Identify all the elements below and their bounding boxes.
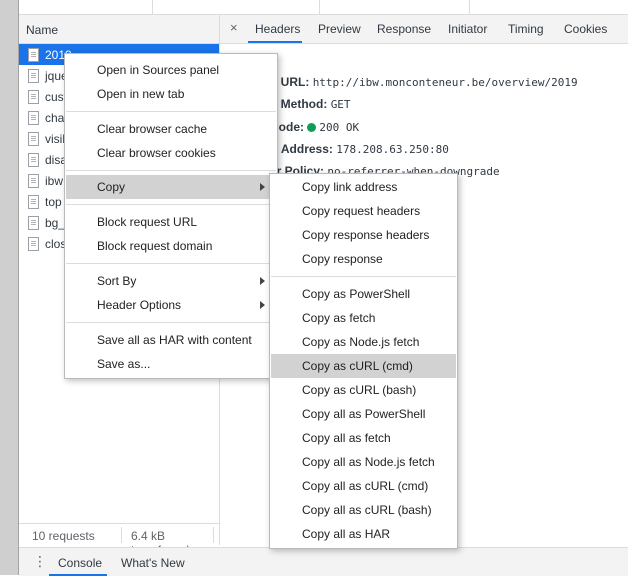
file-icon (28, 153, 39, 167)
request-name: bg_ (45, 216, 66, 230)
menu-item-copy-all-as-nodejs-fetch[interactable]: Copy all as Node.js fetch (302, 450, 435, 474)
status-divider (121, 527, 122, 543)
menu-item-save-as[interactable]: Save as... (97, 352, 150, 376)
image-file-icon (28, 111, 39, 125)
tab-whats-new[interactable]: What's New (121, 556, 185, 570)
context-menu: Open in Sources panel Open in new tab Cl… (64, 53, 278, 379)
field-value: 178.208.63.250:80 (336, 143, 449, 156)
field-value: http://ibw.monconteneur.be/overview/2019 (312, 76, 578, 89)
menu-item-copy-response[interactable]: Copy response (302, 247, 383, 271)
file-icon (28, 237, 39, 251)
document-icon (28, 48, 39, 62)
menu-item-copy-as-powershell[interactable]: Copy as PowerShell (302, 282, 410, 306)
detail-tab-bar: × Headers Preview Response Initiator Tim… (220, 15, 628, 44)
status-bar: 10 requests 6.4 kB transferred (19, 523, 219, 557)
more-options-icon[interactable]: ⋮ (33, 553, 47, 570)
menu-item-copy-all-as-curl-bash[interactable]: Copy all as cURL (bash) (302, 498, 432, 522)
menu-item-copy-as-curl-cmd[interactable]: Copy as cURL (cmd) (271, 354, 456, 378)
copy-submenu: Copy link address Copy request headers C… (269, 173, 458, 549)
menu-separator (66, 263, 276, 264)
menu-item-copy-as-curl-bash[interactable]: Copy as cURL (bash) (302, 378, 416, 402)
menu-item-copy-response-headers[interactable]: Copy response headers (302, 223, 429, 247)
name-column-label: Name (26, 23, 59, 37)
menu-item-sort-by[interactable]: Sort By (66, 269, 276, 293)
tab-cookies[interactable]: Cookies (564, 22, 607, 36)
menu-item-copy-link-address[interactable]: Copy link address (302, 175, 397, 199)
menu-item-header-options[interactable]: Header Options (66, 293, 276, 317)
menu-separator (66, 111, 276, 112)
left-gutter (0, 0, 18, 575)
script-file-icon (28, 90, 39, 104)
menu-item-block-url[interactable]: Block request URL (97, 210, 197, 234)
tab-response[interactable]: Response (377, 22, 431, 36)
menu-item-clear-cache[interactable]: Clear browser cache (97, 117, 207, 141)
menu-item-label: Sort By (97, 274, 137, 288)
waterfall-overview-strip (19, 0, 628, 15)
menu-separator (66, 322, 276, 323)
menu-item-copy-all-as-har[interactable]: Copy all as HAR (302, 522, 390, 546)
request-count: 10 requests (32, 529, 95, 543)
menu-item-label: Header Options (97, 298, 182, 312)
menu-item-open-in-new-tab[interactable]: Open in new tab (97, 82, 184, 106)
menu-item-clear-cookies[interactable]: Clear browser cookies (97, 141, 216, 165)
menu-item-copy[interactable]: Copy (66, 175, 276, 199)
close-icon[interactable]: × (230, 20, 238, 35)
name-column-header[interactable]: Name (19, 15, 219, 44)
request-url-row: est URL: http://ibw.monconteneur.be/over… (260, 75, 578, 89)
file-icon (28, 174, 39, 188)
tab-preview[interactable]: Preview (318, 22, 361, 36)
script-file-icon (28, 69, 39, 83)
submenu-arrow-icon (260, 277, 265, 285)
menu-separator (271, 276, 456, 277)
request-name: top (45, 195, 62, 209)
status-divider (213, 527, 214, 543)
submenu-arrow-icon (260, 301, 265, 309)
menu-item-copy-as-nodejs-fetch[interactable]: Copy as Node.js fetch (302, 330, 419, 354)
tab-initiator[interactable]: Initiator (448, 22, 487, 36)
menu-item-block-domain[interactable]: Block request domain (97, 234, 212, 258)
file-icon (28, 216, 39, 230)
drawer-tab-bar: ⋮ Console What's New (19, 547, 628, 576)
script-file-icon (28, 132, 39, 146)
menu-item-open-in-sources[interactable]: Open in Sources panel (97, 58, 219, 82)
menu-item-copy-all-as-curl-cmd[interactable]: Copy all as cURL (cmd) (302, 474, 428, 498)
menu-item-copy-all-as-fetch[interactable]: Copy all as fetch (302, 426, 391, 450)
remote-address-row: ote Address: 178.208.63.250:80 (260, 142, 449, 156)
menu-item-save-har[interactable]: Save all as HAR with content (97, 328, 252, 352)
menu-item-copy-as-fetch[interactable]: Copy as fetch (302, 306, 375, 330)
menu-item-copy-all-as-powershell[interactable]: Copy all as PowerShell (302, 402, 425, 426)
tab-console[interactable]: Console (58, 556, 102, 570)
tab-headers[interactable]: Headers (255, 22, 300, 36)
active-tab-indicator (248, 41, 302, 43)
menu-item-label: Copy as cURL (cmd) (302, 359, 413, 373)
menu-separator (66, 204, 276, 205)
menu-item-copy-request-headers[interactable]: Copy request headers (302, 199, 420, 223)
request-name: cha (45, 111, 65, 125)
field-value: GET (330, 98, 351, 111)
menu-item-label: Copy (97, 180, 126, 194)
file-icon (28, 195, 39, 209)
request-name: visil (45, 132, 65, 146)
submenu-arrow-icon (260, 183, 265, 191)
status-ok-icon (307, 123, 317, 132)
request-name: ibw (45, 174, 64, 188)
tab-timing[interactable]: Timing (508, 22, 544, 36)
menu-separator (66, 170, 276, 171)
field-value: 200 OK (319, 121, 360, 134)
